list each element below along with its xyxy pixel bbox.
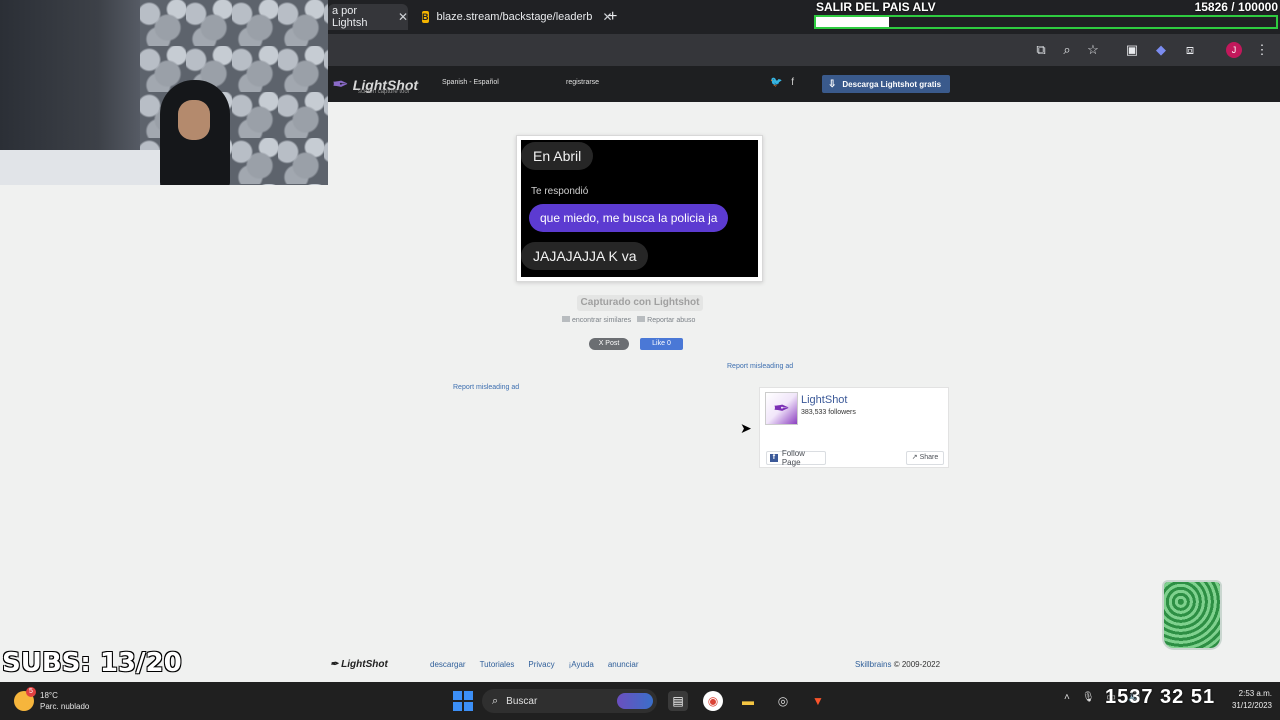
system-clock[interactable]: 2:53 a.m. 31/12/2023 [1232,688,1272,712]
install-app-icon[interactable]: ⧉ [1033,42,1049,58]
search-highlight-icon [617,693,653,709]
mouse-cursor-icon: ➤ [740,420,752,436]
profile-avatar[interactable]: J [1226,42,1242,58]
fb-page-name[interactable]: LightShot [801,394,847,406]
follow-page-button[interactable]: f Follow Page [766,449,826,467]
facebook-icon: f [770,454,778,462]
share-button[interactable]: ↗ Share [906,451,944,465]
new-tab-button[interactable]: + [608,8,617,26]
message-bubble: En Abril [521,142,594,170]
app-icon[interactable]: ◎ [773,691,793,711]
tab-label: a por Lightsh [332,5,368,29]
skillbrains-link[interactable]: Skillbrains [855,660,891,669]
lightshot-feather-avatar[interactable]: ✒ [765,392,798,425]
download-button[interactable]: ⇩ Descarga Lightshot gratis [822,75,950,93]
report-ad-link[interactable]: Report misleading ad [453,384,519,391]
screenshot-image[interactable]: En Abril Te respondió que miedo, me busc… [516,135,763,282]
blaze-favicon-icon: B [422,11,429,23]
feather-icon: ✒ [332,74,349,96]
screenshot-content: En Abril Te respondió que miedo, me busc… [521,140,758,277]
facebook-icon[interactable]: f [791,77,794,88]
notification-badge: 5 [26,687,36,697]
start-button[interactable] [453,691,473,711]
reply-label: Te respondió [531,186,589,197]
footer-logo[interactable]: ✒ LightShot [330,659,388,670]
image-icon [562,316,570,322]
report-ad-link[interactable]: Report misleading ad [727,363,793,370]
file-explorer-icon[interactable]: ▬ [738,691,758,711]
tab-lightshot[interactable]: a por Lightsh ✕ [328,4,408,30]
lightshot-header: ✒ LightShot screen capture tool Spanish … [328,66,1280,102]
windows-taskbar: 5 18°C Parc. nublado ⌕ Buscar ▤ ◉ ▬ ◎ ▼ … [0,682,1280,720]
webcam-bed [0,150,160,185]
webcam-feed [0,0,328,185]
zoom-icon[interactable]: ⌕ [1059,42,1075,58]
tab-blaze[interactable]: B blaze.stream/backstage/leaderb ✕ [418,4,613,30]
download-icon: ⇩ [828,78,837,90]
footer-link-privacy[interactable]: Privacy [528,660,554,669]
footer-link-tutorials[interactable]: Tutoriales [480,660,515,669]
fb-like-button[interactable]: Like 0 [640,338,683,350]
footer-link-advertise[interactable]: anunciar [608,660,639,669]
twitter-icon[interactable]: 🐦 [770,77,782,88]
flag-icon [637,316,646,322]
goal-title: SALIR DEL PAIS ALV [816,0,936,14]
social-links: 🐦 f [770,77,794,88]
goal-progress-fill [816,17,889,27]
webcam-face [178,100,210,140]
x-post-button[interactable]: X Post [589,338,629,350]
taskbar-search[interactable]: ⌕ Buscar [482,689,657,713]
weather-icon: 5 [14,687,36,711]
chevron-up-icon[interactable]: ˄ [1064,692,1070,703]
footer-copyright: Skillbrains © 2009-2022 [855,660,941,669]
register-link[interactable]: registrarse [566,79,599,86]
facebook-page-widget: ✒ LightShot 383,533 followers f Follow P… [759,387,949,468]
stream-goal-overlay: SALIR DEL PAIS ALV 15826 / 100000 [812,0,1280,32]
menu-kebab-icon[interactable]: ⋮ [1254,42,1270,58]
microphone-icon[interactable]: 🎙 [1082,692,1095,703]
language-selector[interactable]: Spanish - Español [442,79,499,86]
extension-icon[interactable]: ▣ [1124,42,1140,58]
weather-widget[interactable]: 5 18°C Parc. nublado [14,687,90,712]
goal-count: 15826 / 100000 [1194,0,1278,14]
subs-counter: SUBS: 13/20 [2,648,182,678]
bookmark-star-icon[interactable]: ☆ [1085,42,1101,58]
weather-condition: Parc. nublado [40,702,90,711]
search-icon: ⌕ [492,694,499,707]
fb-followers: 383,533 followers [801,409,856,416]
footer-link-download[interactable]: descargar [430,660,466,669]
temperature: 18°C [40,691,58,700]
lightshot-logo[interactable]: ✒ LightShot screen capture tool [332,72,418,97]
chrome-icon[interactable]: ◉ [703,691,723,711]
footer-nav: descargar Tutoriales Privacy ¡Ayuda anun… [430,660,639,669]
brave-icon[interactable]: ▼ [808,691,828,711]
footer-link-help[interactable]: ¡Ayuda [569,660,594,669]
puzzle-icon[interactable]: ⧈ [1182,42,1198,58]
goal-progress-bar [814,15,1278,29]
reply-bubble: que miedo, me busca la policia ja [529,204,729,232]
close-icon[interactable]: ✕ [398,10,408,24]
find-similar-link[interactable]: encontrar similares [562,316,631,324]
task-view-icon[interactable]: ▤ [668,691,688,711]
captured-with-lightshot: Capturado con Lightshot [577,295,703,311]
message-bubble: JAJAJAJJA K va [521,242,649,270]
stream-clock-overlay: 1537 32 51 [1105,686,1216,708]
report-abuse-link[interactable]: Reportar abuso [637,316,695,324]
image-actions: encontrar similares Reportar abuso [562,316,695,324]
shield-extension-icon[interactable]: ◆ [1153,42,1169,58]
tab-label: blaze.stream/backstage/leaderb [436,11,593,23]
trash-can-overlay [1162,580,1222,650]
